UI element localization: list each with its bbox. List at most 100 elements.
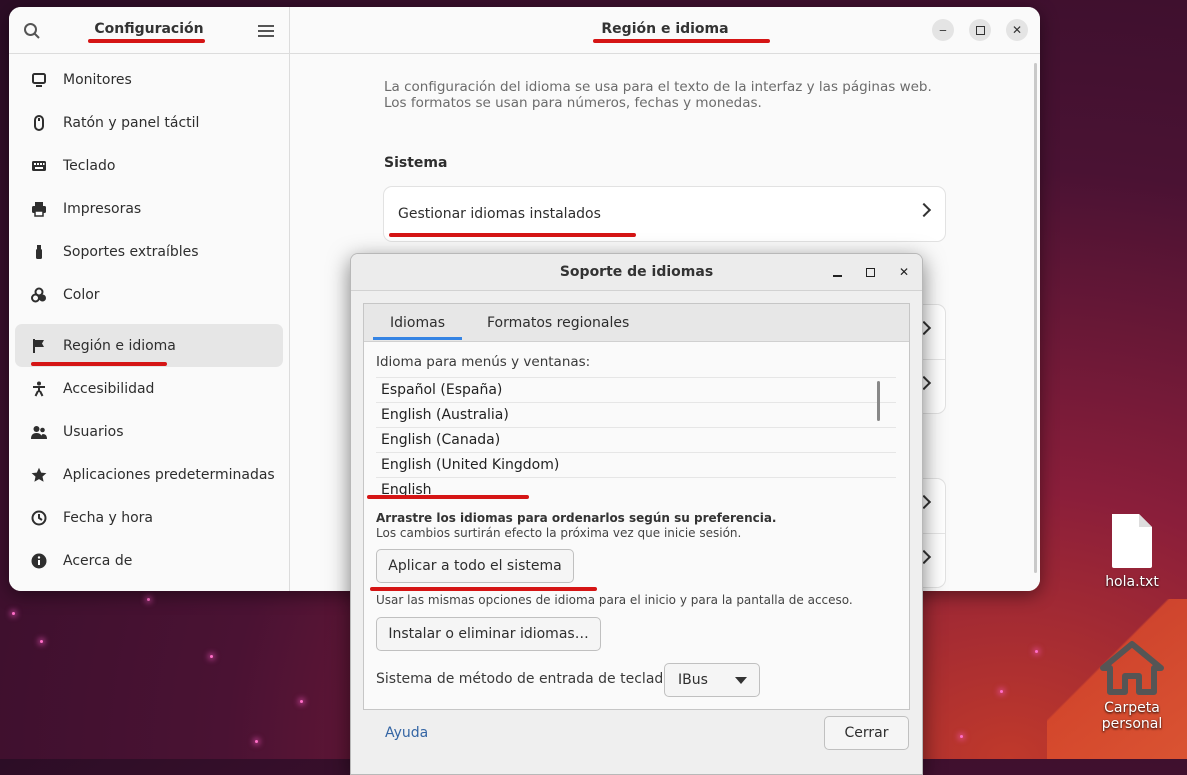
printer-icon bbox=[29, 199, 49, 219]
sidebar-item-teclado[interactable]: Teclado bbox=[15, 144, 283, 187]
language-list[interactable]: Español (España) English (Australia) Eng… bbox=[376, 377, 896, 498]
dialog-minimize-button[interactable] bbox=[828, 263, 846, 281]
sidebar-item-label: Aplicaciones predeterminadas bbox=[63, 466, 275, 483]
dialog-close-button[interactable]: ✕ bbox=[895, 263, 913, 281]
desktop-file-hola[interactable]: hola.txt bbox=[1077, 512, 1187, 590]
wallpaper-sparkle bbox=[300, 700, 303, 703]
section-title: Sistema bbox=[384, 155, 448, 171]
sidebar-item-monitores[interactable]: Monitores bbox=[15, 58, 283, 101]
maximize-icon bbox=[975, 25, 985, 35]
sidebar-item-label: Fecha y hora bbox=[63, 509, 154, 526]
annotation-underline bbox=[31, 362, 167, 366]
page-title: Región e idioma bbox=[601, 21, 729, 37]
text-file-icon bbox=[1112, 514, 1152, 568]
tab-bar: Idiomas Formatos regionales bbox=[364, 304, 909, 342]
sidebar-header: Configuración bbox=[9, 7, 289, 54]
help-link[interactable]: Ayuda bbox=[385, 725, 428, 741]
desktop-file-label: hola.txt bbox=[1105, 574, 1159, 590]
tab-formatos[interactable]: Formatos regionales bbox=[487, 315, 629, 331]
wallpaper-sparkle bbox=[40, 640, 43, 643]
annotation-underline bbox=[370, 587, 597, 591]
minimize-icon: ‒ bbox=[939, 23, 947, 37]
settings-sidebar: Configuración Monitores Ratón y panel tá… bbox=[9, 7, 290, 591]
monitor-icon bbox=[29, 70, 49, 90]
main-header: Región e idioma ‒ ✕ bbox=[290, 7, 1040, 54]
annotation-underline bbox=[367, 495, 529, 499]
restart-hint: Los cambios surtirán efecto la próxima v… bbox=[376, 526, 742, 540]
wallpaper-sparkle bbox=[960, 735, 963, 738]
sidebar-item-label: Teclado bbox=[63, 157, 116, 174]
annotation-underline bbox=[389, 233, 636, 237]
close-icon: ✕ bbox=[1011, 23, 1023, 37]
hamburger-menu-icon[interactable] bbox=[255, 20, 277, 42]
input-method-value: IBus bbox=[678, 672, 708, 688]
sidebar-item-color[interactable]: Color bbox=[15, 273, 283, 316]
sidebar-item-label: Soportes extraíbles bbox=[63, 243, 199, 260]
home-folder-icon bbox=[1100, 641, 1164, 695]
apply-system-wide-button[interactable]: Aplicar a todo el sistema bbox=[376, 549, 574, 583]
star-icon bbox=[29, 465, 49, 485]
minimize-button[interactable]: ‒ bbox=[932, 19, 954, 41]
sidebar-item-acerca[interactable]: Acerca de bbox=[15, 539, 283, 582]
input-method-label: Sistema de método de entrada de teclado: bbox=[376, 671, 677, 687]
flag-icon bbox=[29, 336, 49, 356]
wallpaper-sparkle bbox=[1000, 690, 1003, 693]
sidebar-list: Monitores Ratón y panel táctil Teclado I… bbox=[9, 54, 289, 586]
wallpaper-sparkle bbox=[255, 740, 258, 743]
accessibility-icon bbox=[29, 379, 49, 399]
annotation-underline bbox=[88, 39, 205, 43]
input-method-select[interactable]: IBus bbox=[664, 663, 760, 697]
manage-languages-label: Gestionar idiomas instalados bbox=[398, 206, 601, 222]
dialog-maximize-button[interactable] bbox=[861, 263, 879, 281]
color-icon bbox=[29, 285, 49, 305]
page-description: La configuración del idioma se usa para … bbox=[384, 79, 932, 111]
sidebar-item-fecha[interactable]: Fecha y hora bbox=[15, 496, 283, 539]
sidebar-item-accesibilidad[interactable]: Accesibilidad bbox=[15, 367, 283, 410]
maximize-button[interactable] bbox=[969, 19, 991, 41]
desktop-home-label: Carpeta personal bbox=[1101, 700, 1163, 732]
sidebar-item-label: Región e idioma bbox=[63, 337, 176, 354]
minimize-icon bbox=[832, 274, 842, 277]
sidebar-item-label: Color bbox=[63, 286, 100, 303]
desktop-home-folder[interactable]: Carpeta personal bbox=[1077, 640, 1187, 732]
language-list-label: Idioma para menús y ventanas: bbox=[376, 354, 591, 370]
chevron-down-icon bbox=[735, 677, 747, 684]
active-tab-indicator bbox=[373, 337, 462, 340]
close-dialog-button[interactable]: Cerrar bbox=[824, 716, 909, 750]
wallpaper-sparkle bbox=[210, 655, 213, 658]
sidebar-item-aplicaciones[interactable]: Aplicaciones predeterminadas bbox=[15, 453, 283, 496]
list-item[interactable]: English (Canada) bbox=[376, 428, 896, 453]
wallpaper-sparkle bbox=[147, 598, 150, 601]
sidebar-item-label: Ratón y panel táctil bbox=[63, 114, 200, 131]
keyboard-icon bbox=[29, 156, 49, 176]
mouse-icon bbox=[29, 113, 49, 133]
dialog-notebook: Idiomas Formatos regionales Idioma para … bbox=[363, 303, 910, 710]
sidebar-item-label: Impresoras bbox=[63, 200, 142, 217]
close-button[interactable]: ✕ bbox=[1006, 19, 1028, 41]
maximize-icon bbox=[865, 267, 875, 277]
apply-hint: Usar las mismas opciones de idioma para … bbox=[376, 593, 853, 607]
wallpaper-sparkle bbox=[1035, 650, 1038, 653]
tab-idiomas[interactable]: Idiomas bbox=[390, 315, 445, 331]
list-scrollbar[interactable] bbox=[877, 381, 880, 421]
wallpaper-sparkle bbox=[12, 612, 15, 615]
users-icon bbox=[29, 422, 49, 442]
sidebar-title: Configuración bbox=[94, 21, 204, 37]
clock-icon bbox=[29, 508, 49, 528]
annotation-underline bbox=[593, 39, 770, 43]
sidebar-item-label: Monitores bbox=[63, 71, 132, 88]
sidebar-item-label: Usuarios bbox=[63, 423, 124, 440]
sidebar-item-usuarios[interactable]: Usuarios bbox=[15, 410, 283, 453]
list-item[interactable]: Español (España) bbox=[376, 377, 896, 403]
sidebar-item-soportes[interactable]: Soportes extraíbles bbox=[15, 230, 283, 273]
usb-icon bbox=[29, 242, 49, 262]
list-item[interactable]: English (United Kingdom) bbox=[376, 453, 896, 478]
sidebar-item-raton[interactable]: Ratón y panel táctil bbox=[15, 101, 283, 144]
chevron-right-icon bbox=[916, 202, 932, 218]
drag-hint: Arrastre los idiomas para ordenarlos seg… bbox=[376, 511, 777, 525]
install-remove-languages-button[interactable]: Instalar o eliminar idiomas… bbox=[376, 617, 601, 651]
list-item[interactable]: English (Australia) bbox=[376, 403, 896, 428]
main-scrollbar[interactable] bbox=[1034, 63, 1037, 573]
sidebar-item-region[interactable]: Región e idioma bbox=[15, 324, 283, 367]
sidebar-item-impresoras[interactable]: Impresoras bbox=[15, 187, 283, 230]
